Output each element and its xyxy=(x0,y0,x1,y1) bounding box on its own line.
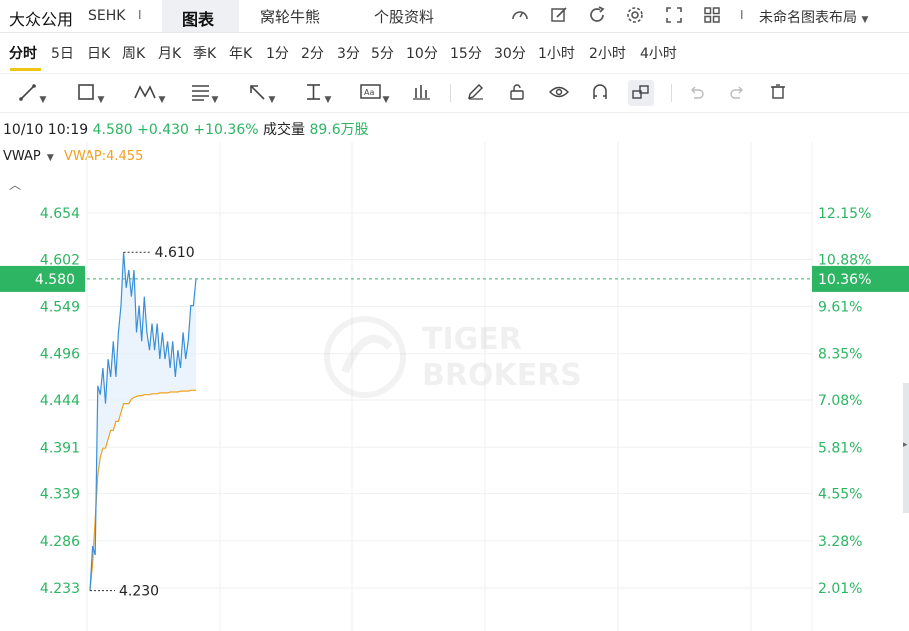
expand-right-icon[interactable]: ▸ xyxy=(903,440,908,450)
percent-axis: 12.15%10.88%9.61%8.35%7.08%5.81%4.55%3.2… xyxy=(818,206,871,597)
period-intraday[interactable]: 分时 xyxy=(9,43,37,63)
header-separator-2: I xyxy=(740,8,744,22)
period-quarterly[interactable]: 季K xyxy=(193,43,216,63)
period-1min[interactable]: 1分 xyxy=(266,43,289,63)
redo-icon[interactable] xyxy=(726,82,748,104)
percent-tick-label: 9.61% xyxy=(818,300,862,316)
watermark: TIGER BROKERS xyxy=(324,316,582,398)
indicator-tool-icon[interactable] xyxy=(411,82,433,104)
percent-tick-label: 2.01% xyxy=(818,581,862,597)
arrow-tool-icon[interactable]: ▼ xyxy=(241,82,281,105)
period-monthly[interactable]: 月K xyxy=(158,43,181,63)
watermark-line2: BROKERS xyxy=(422,358,582,393)
percent-tick-label: 5.81% xyxy=(818,440,862,456)
price-tick-label: 4.549 xyxy=(40,300,80,316)
price-tick-label: 4.444 xyxy=(40,393,80,409)
percent-tick-label: 8.35% xyxy=(818,347,862,363)
toolbar-divider xyxy=(671,84,672,102)
period-yearly[interactable]: 年K xyxy=(229,43,252,63)
price-area-fill xyxy=(90,252,196,591)
price-tick-label: 4.391 xyxy=(40,440,80,456)
eye-icon[interactable] xyxy=(547,82,571,104)
period-15min[interactable]: 15分 xyxy=(450,43,482,63)
chevron-down-icon: ▼ xyxy=(861,15,869,25)
percent-tick-label: 7.08% xyxy=(818,393,862,409)
period-daily[interactable]: 日K xyxy=(87,43,110,63)
quote-volume: 89.6万股 xyxy=(309,122,369,138)
tab-chart[interactable]: 图表 xyxy=(162,0,239,32)
fib-tool-icon[interactable]: ▼ xyxy=(184,82,224,105)
pattern-tool-icon[interactable]: ▼ xyxy=(126,82,172,105)
toolbar-divider xyxy=(450,84,451,102)
percent-tick-label: 4.55% xyxy=(818,487,862,503)
svg-text:Aa: Aa xyxy=(364,88,374,97)
magnet-icon[interactable] xyxy=(589,82,611,104)
current-price-label: 4.580 xyxy=(35,272,75,288)
price-tick-label: 4.339 xyxy=(40,487,80,503)
period-10min[interactable]: 10分 xyxy=(406,43,438,63)
fullscreen-icon[interactable] xyxy=(664,5,684,25)
rectangle-tool-icon[interactable]: ▼ xyxy=(70,82,110,105)
text-tool-icon[interactable]: ▼ xyxy=(297,82,337,105)
watermark-line1: TIGER xyxy=(422,322,522,357)
tab-warrants[interactable]: 窝轮牛熊 xyxy=(260,6,320,27)
line-tool-icon[interactable]: ▼ xyxy=(12,82,52,105)
period-2h[interactable]: 2小时 xyxy=(589,43,626,63)
link-icon[interactable] xyxy=(630,82,652,104)
quote-change-pct: +10.36% xyxy=(193,122,259,138)
price-tick-label: 4.286 xyxy=(40,534,80,550)
period-4h[interactable]: 4小时 xyxy=(640,43,677,63)
active-period-indicator xyxy=(10,68,41,71)
layout-name-dropdown[interactable]: 未命名图表布局 ▼ xyxy=(759,7,868,27)
settings-gear-icon[interactable] xyxy=(625,5,645,25)
price-tick-label: 4.233 xyxy=(40,581,80,597)
period-5min[interactable]: 5分 xyxy=(371,43,394,63)
high-price-label: 4.610 xyxy=(155,245,195,261)
header-separator: I xyxy=(138,8,142,22)
layout-name-label: 未命名图表布局 xyxy=(759,10,857,26)
refresh-icon[interactable] xyxy=(587,5,607,25)
percent-tick-label: 12.15% xyxy=(818,206,871,222)
pencil-icon[interactable] xyxy=(465,82,487,104)
period-5d[interactable]: 5日 xyxy=(51,43,74,63)
low-price-label: 4.230 xyxy=(119,584,159,600)
price-axis: 4.6544.6024.5494.4964.4444.3914.3394.286… xyxy=(40,206,80,597)
period-3min[interactable]: 3分 xyxy=(337,43,360,63)
quote-datetime: 10/10 10:19 xyxy=(3,122,89,138)
undo-icon[interactable] xyxy=(686,82,708,104)
layout-grid-icon[interactable] xyxy=(702,5,722,25)
tab-stock-profile[interactable]: 个股资料 xyxy=(374,6,434,27)
price-tick-label: 4.654 xyxy=(40,206,80,222)
period-1h[interactable]: 1小时 xyxy=(538,43,575,63)
stock-name: 大众公用 xyxy=(9,10,74,29)
price-tick-label: 4.496 xyxy=(40,347,80,363)
speed-gauge-icon[interactable] xyxy=(510,5,530,25)
delete-icon[interactable] xyxy=(767,82,789,104)
period-weekly[interactable]: 周K xyxy=(122,43,145,63)
quote-info-line: 10/10 10:19 4.580 +0.430 +10.36% 成交量 89.… xyxy=(3,119,369,139)
annotation-tool-icon[interactable]: Aa ▼ xyxy=(352,82,396,105)
volume-label: 成交量 xyxy=(263,122,305,138)
period-2min[interactable]: 2分 xyxy=(301,43,324,63)
period-30min[interactable]: 30分 xyxy=(494,43,526,63)
percent-tick-label: 3.28% xyxy=(818,534,862,550)
lock-icon[interactable] xyxy=(506,82,528,104)
exchange-label: SEHK xyxy=(88,8,126,24)
quote-price: 4.580 xyxy=(92,122,133,138)
tab-chart-label: 图表 xyxy=(182,10,215,29)
edit-icon[interactable] xyxy=(549,5,569,25)
current-price-marker: 4.580 10.36% xyxy=(0,265,909,292)
current-pct-label: 10.36% xyxy=(818,272,871,288)
price-chart[interactable]: TIGER BROKERS 4.6544.6024.5494.4964.4444… xyxy=(0,142,909,631)
quote-change: +0.430 xyxy=(137,122,189,138)
